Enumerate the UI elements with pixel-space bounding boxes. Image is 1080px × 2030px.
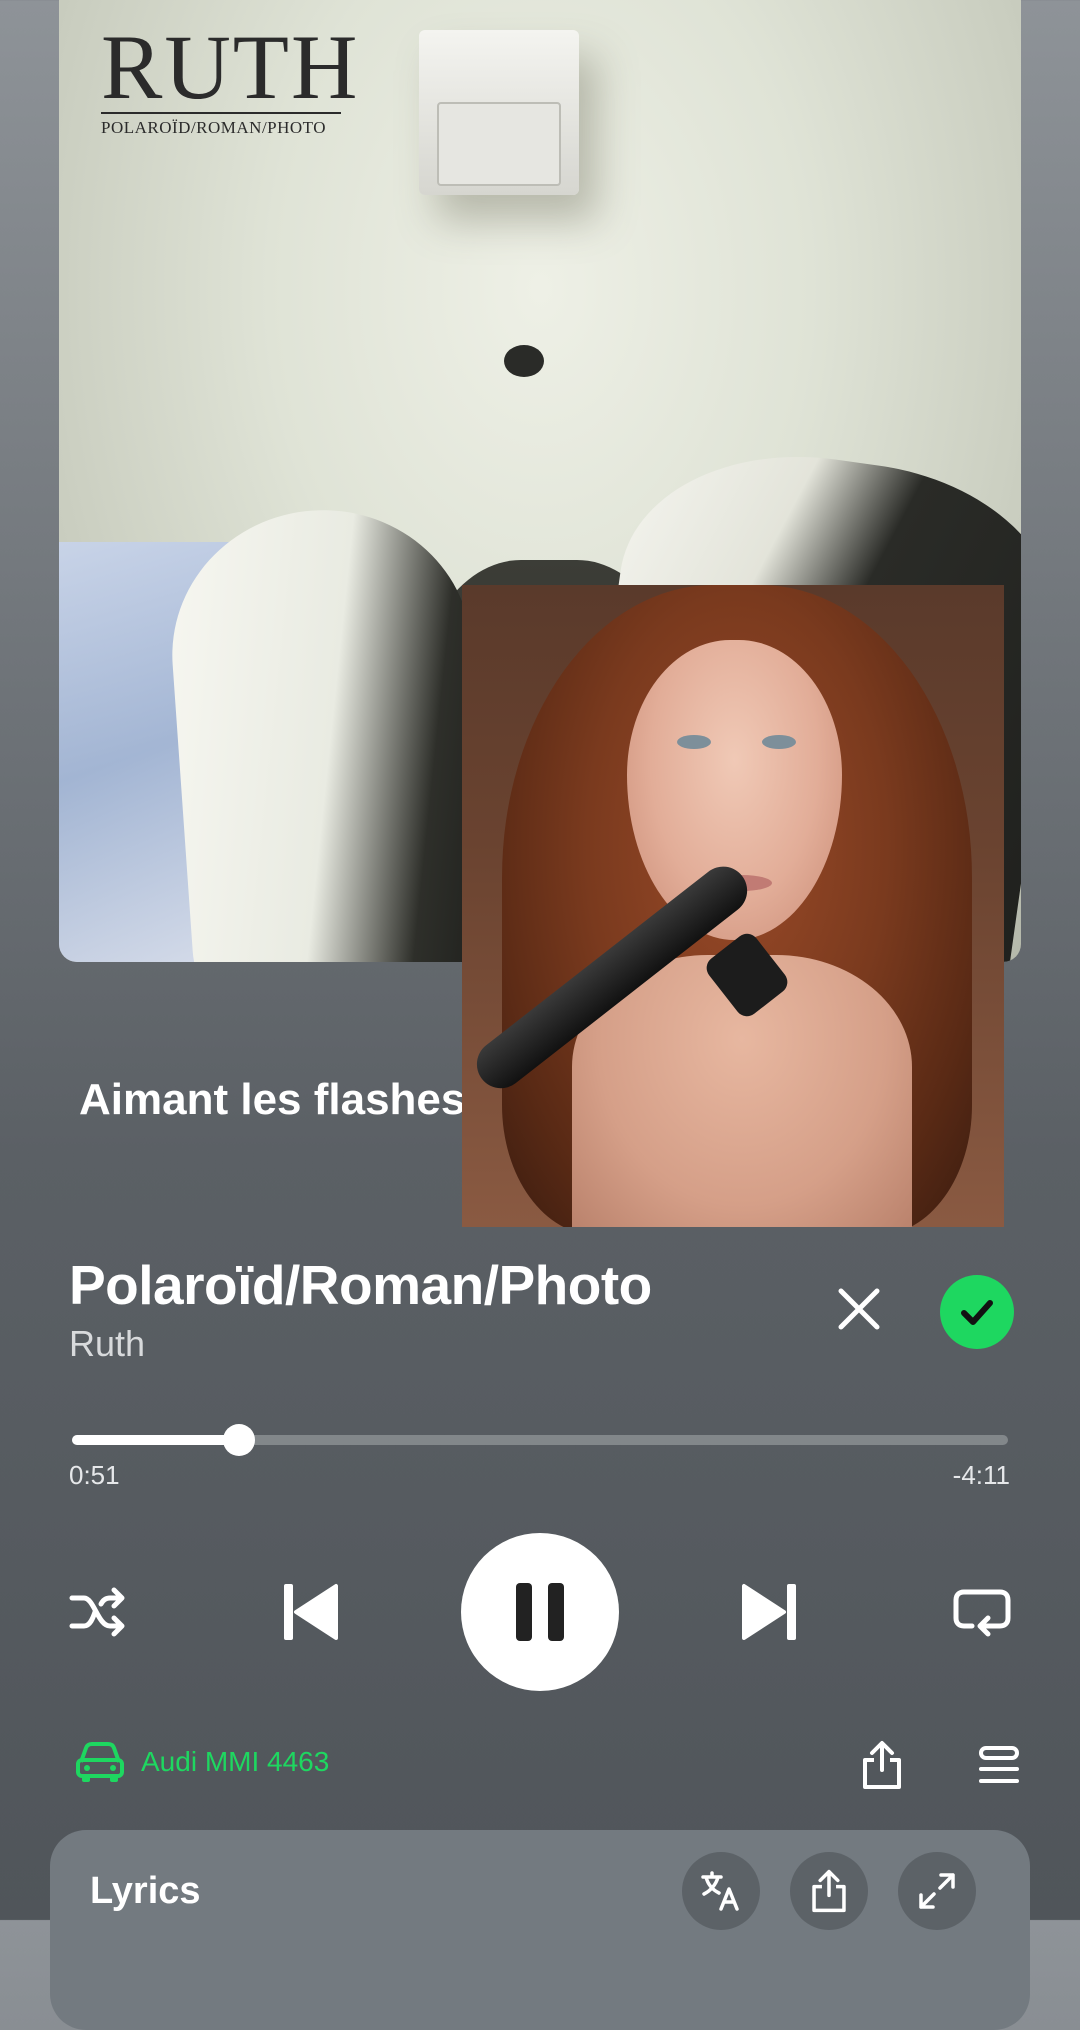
car-icon (76, 1742, 124, 1782)
album-brand-title: RUTH (101, 16, 360, 118)
remove-button[interactable] (830, 1280, 888, 1338)
play-pause-button[interactable] (461, 1533, 619, 1691)
lyrics-share-button[interactable] (790, 1852, 868, 1930)
queue-icon (979, 1746, 1019, 1783)
progress-thumb[interactable] (222, 1424, 255, 1456)
skip-next-icon (742, 1584, 796, 1640)
art-radio-face (437, 102, 561, 186)
track-title: Polaroïd/Roman/Photo (69, 1254, 652, 1316)
lyrics-title: Lyrics (90, 1870, 201, 1912)
skip-previous-icon (284, 1584, 338, 1640)
art-knee-left (162, 500, 496, 962)
pause-icon (516, 1583, 564, 1641)
remaining-time: -4:11 (952, 1460, 1010, 1490)
connected-device[interactable]: Audi MMI 4463 (75, 1740, 329, 1784)
checkmark-icon (961, 1300, 993, 1325)
translate-button[interactable] (682, 1852, 760, 1930)
device-name: Audi MMI 4463 (141, 1746, 330, 1777)
share-icon (812, 1869, 846, 1913)
playback-progress-bar[interactable] (72, 1424, 1008, 1456)
share-icon (863, 1741, 901, 1789)
share-button[interactable] (857, 1738, 907, 1792)
track-artist[interactable]: Ruth (69, 1323, 145, 1365)
cam-eye-right (762, 735, 796, 749)
art-knob (504, 345, 544, 377)
shuffle-button[interactable] (66, 1580, 130, 1644)
webcam-overlay (462, 585, 1004, 1227)
added-to-library-button[interactable] (940, 1275, 1014, 1349)
previous-button[interactable] (280, 1578, 340, 1646)
repeat-button[interactable] (950, 1580, 1014, 1644)
elapsed-time: 0:51 (69, 1460, 120, 1490)
cam-eye-left (677, 735, 711, 749)
art-radio (419, 30, 579, 195)
shuffle-icon (69, 1587, 125, 1637)
expand-lyrics-button[interactable] (898, 1852, 976, 1930)
lyric-preview: Aimant les flashes (79, 1075, 466, 1124)
next-button[interactable] (740, 1578, 800, 1646)
lyrics-card[interactable]: Lyrics (50, 1830, 1030, 2030)
repeat-icon (953, 1589, 1011, 1637)
progress-fill (72, 1435, 239, 1445)
expand-icon (919, 1873, 955, 1909)
queue-button[interactable] (974, 1740, 1024, 1790)
album-brand: RUTH POLAROÏD/ROMAN/PHOTO (101, 16, 360, 138)
close-icon (838, 1288, 880, 1330)
translate-icon (701, 1871, 739, 1911)
